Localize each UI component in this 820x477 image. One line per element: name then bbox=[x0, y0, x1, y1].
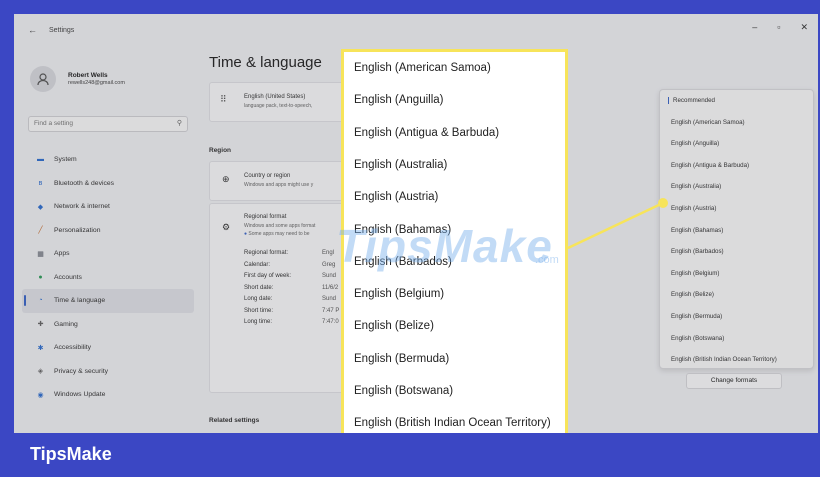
zoomed-option[interactable]: English (Antigua & Barbuda) bbox=[354, 127, 499, 139]
watermark: TipsMake bbox=[336, 220, 553, 272]
watermark-suffix: .com bbox=[535, 254, 559, 266]
zoomed-option[interactable]: English (Austria) bbox=[354, 191, 438, 203]
footer-brand: TipsMake bbox=[30, 444, 112, 464]
zoomed-option[interactable]: English (Botswana) bbox=[354, 385, 453, 397]
zoomed-option[interactable]: English (Bermuda) bbox=[354, 353, 449, 365]
zoomed-option[interactable]: English (Anguilla) bbox=[354, 94, 444, 106]
zoomed-option[interactable]: English (Australia) bbox=[354, 159, 447, 171]
footer-banner: TipsMake bbox=[0, 433, 820, 477]
zoomed-option[interactable]: English (Belize) bbox=[354, 320, 434, 332]
zoomed-option[interactable]: English (American Samoa) bbox=[354, 62, 491, 74]
screenshot-area: ← Settings – ▫ ✕ Robert Wells rewells248… bbox=[14, 14, 818, 433]
zoomed-option[interactable]: English (British Indian Ocean Territory) bbox=[354, 417, 551, 429]
zoomed-option[interactable]: English (Belgium) bbox=[354, 288, 444, 300]
